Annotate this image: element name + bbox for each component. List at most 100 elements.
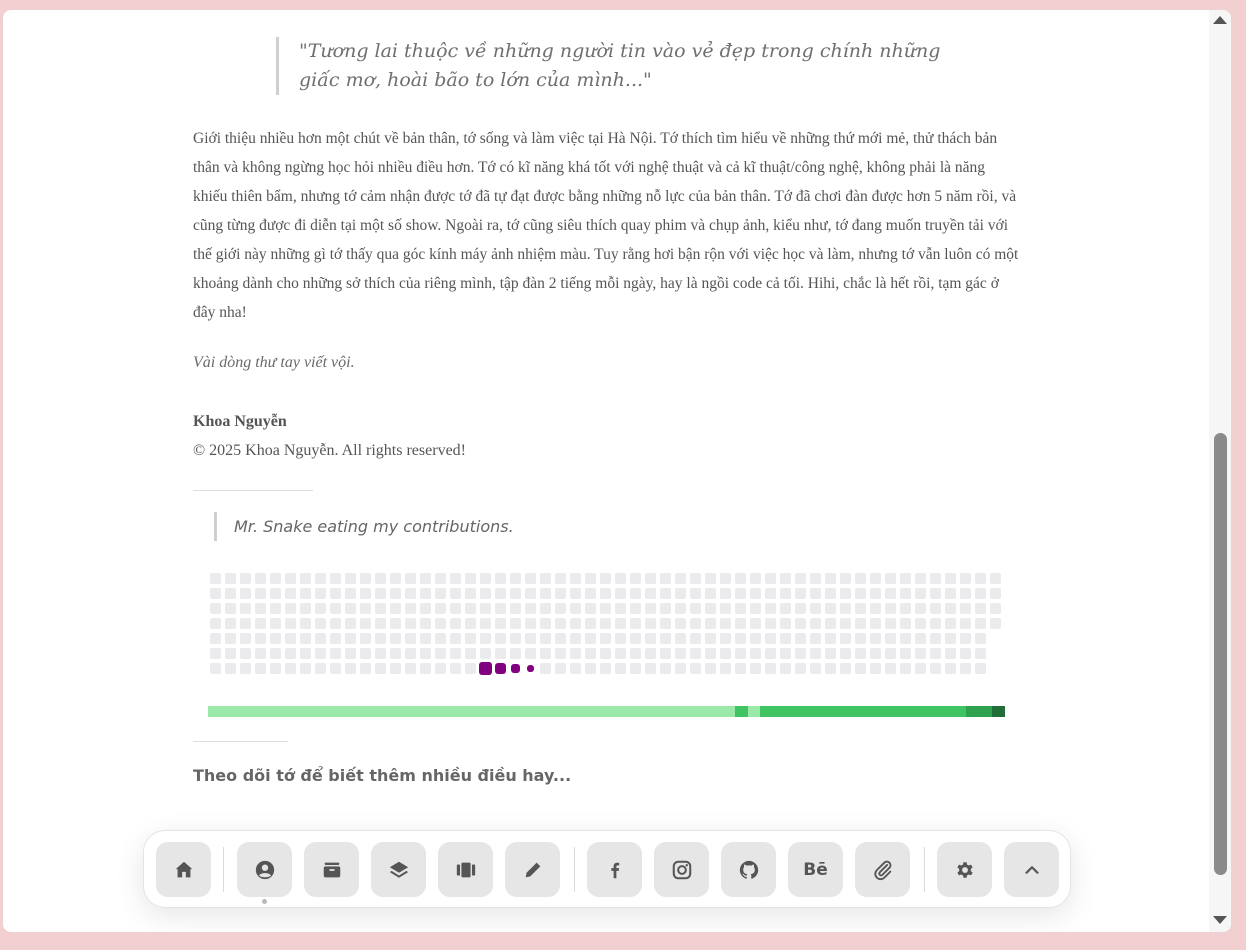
contribution-cell xyxy=(810,588,821,599)
contribution-cell xyxy=(735,588,746,599)
contribution-cell xyxy=(495,633,506,644)
contribution-cell xyxy=(315,648,326,659)
contribution-cell xyxy=(240,603,251,614)
contribution-cell xyxy=(675,618,686,629)
contribution-cell xyxy=(885,618,896,629)
contribution-cell xyxy=(540,603,551,614)
contribution-cell xyxy=(390,588,401,599)
scrollbar-thumb[interactable] xyxy=(1214,433,1227,875)
contribution-cell xyxy=(840,648,851,659)
settings-button[interactable] xyxy=(937,842,992,897)
contribution-cell xyxy=(750,663,761,674)
layers-button[interactable] xyxy=(371,842,426,897)
archive-button[interactable] xyxy=(304,842,359,897)
facebook-button[interactable] xyxy=(587,842,642,897)
contribution-cell xyxy=(795,618,806,629)
contribution-cell xyxy=(255,618,266,629)
progress-seg-light-2 xyxy=(748,706,760,717)
contribution-cell xyxy=(930,633,941,644)
contribution-cell xyxy=(930,663,941,674)
scrollbar[interactable] xyxy=(1209,10,1231,932)
contribution-cell xyxy=(585,648,596,659)
contribution-cell xyxy=(870,633,881,644)
behance-button[interactable]: Bē xyxy=(788,842,843,897)
contribution-progress-bar xyxy=(208,706,1005,717)
contribution-cell xyxy=(660,663,671,674)
contribution-cell xyxy=(525,618,536,629)
contribution-cell xyxy=(945,618,956,629)
contribution-cell xyxy=(780,603,791,614)
contribution-cell xyxy=(345,663,356,674)
progress-seg-darkest xyxy=(992,706,1005,717)
contribution-cell xyxy=(960,603,971,614)
contribution-cell xyxy=(615,618,626,629)
contribution-cell xyxy=(795,663,806,674)
contribution-cell xyxy=(720,663,731,674)
contribution-cell xyxy=(225,588,236,599)
contribution-cell xyxy=(615,648,626,659)
contribution-cell xyxy=(450,648,461,659)
contribution-cell xyxy=(690,648,701,659)
scroll-down-arrow[interactable] xyxy=(1213,916,1227,924)
contribution-cell xyxy=(855,648,866,659)
instagram-button[interactable] xyxy=(654,842,709,897)
contribution-cell xyxy=(915,588,926,599)
contribution-cell xyxy=(840,603,851,614)
contribution-cell xyxy=(225,633,236,644)
contribution-cell xyxy=(735,573,746,584)
contribution-cell xyxy=(480,648,491,659)
contribution-cell xyxy=(570,573,581,584)
contribution-cell xyxy=(780,648,791,659)
contribution-cell xyxy=(525,573,536,584)
contribution-cell xyxy=(540,588,551,599)
attachment-button[interactable] xyxy=(855,842,910,897)
snake-segment xyxy=(511,664,520,673)
contribution-cell xyxy=(225,573,236,584)
contribution-cell xyxy=(465,603,476,614)
contribution-cell xyxy=(705,573,716,584)
contribution-cell xyxy=(270,603,281,614)
contribution-cell xyxy=(450,603,461,614)
contribution-cell xyxy=(645,663,656,674)
contribution-cell xyxy=(900,573,911,584)
contribution-cell xyxy=(540,663,551,674)
github-button[interactable] xyxy=(721,842,776,897)
contribution-cell xyxy=(735,663,746,674)
contribution-cell xyxy=(750,573,761,584)
contribution-cell xyxy=(390,633,401,644)
contribution-cell xyxy=(675,633,686,644)
contribution-cell xyxy=(930,573,941,584)
scroll-top-button[interactable] xyxy=(1004,842,1059,897)
contribution-cell xyxy=(630,633,641,644)
contribution-cell xyxy=(810,633,821,644)
contribution-cell xyxy=(405,588,416,599)
contribution-cell xyxy=(705,588,716,599)
contribution-cell xyxy=(360,588,371,599)
contribution-cell xyxy=(480,618,491,629)
contribution-cell xyxy=(900,663,911,674)
pencil-icon xyxy=(525,862,540,877)
contribution-cell xyxy=(690,633,701,644)
contribution-cell xyxy=(660,603,671,614)
scroll-up-arrow[interactable] xyxy=(1213,16,1227,24)
contribution-cell xyxy=(915,603,926,614)
contribution-cell xyxy=(375,588,386,599)
contribution-cell xyxy=(210,588,221,599)
contribution-cell xyxy=(900,648,911,659)
instagram-icon xyxy=(672,860,691,879)
contribution-cell xyxy=(735,618,746,629)
contribution-cell xyxy=(375,603,386,614)
blog-button[interactable] xyxy=(505,842,560,897)
contribution-cell xyxy=(480,588,491,599)
contribution-cell xyxy=(840,588,851,599)
contribution-cell xyxy=(555,663,566,674)
contribution-cell xyxy=(780,633,791,644)
gallery-button[interactable] xyxy=(438,842,493,897)
hero-quote: "Tương lai thuộc về những người tin vào … xyxy=(276,37,959,95)
home-button[interactable] xyxy=(156,842,211,897)
contribution-cell xyxy=(945,648,956,659)
contribution-cell xyxy=(405,633,416,644)
contribution-cell xyxy=(210,573,221,584)
profile-button[interactable] xyxy=(237,842,292,897)
contribution-cell xyxy=(420,663,431,674)
